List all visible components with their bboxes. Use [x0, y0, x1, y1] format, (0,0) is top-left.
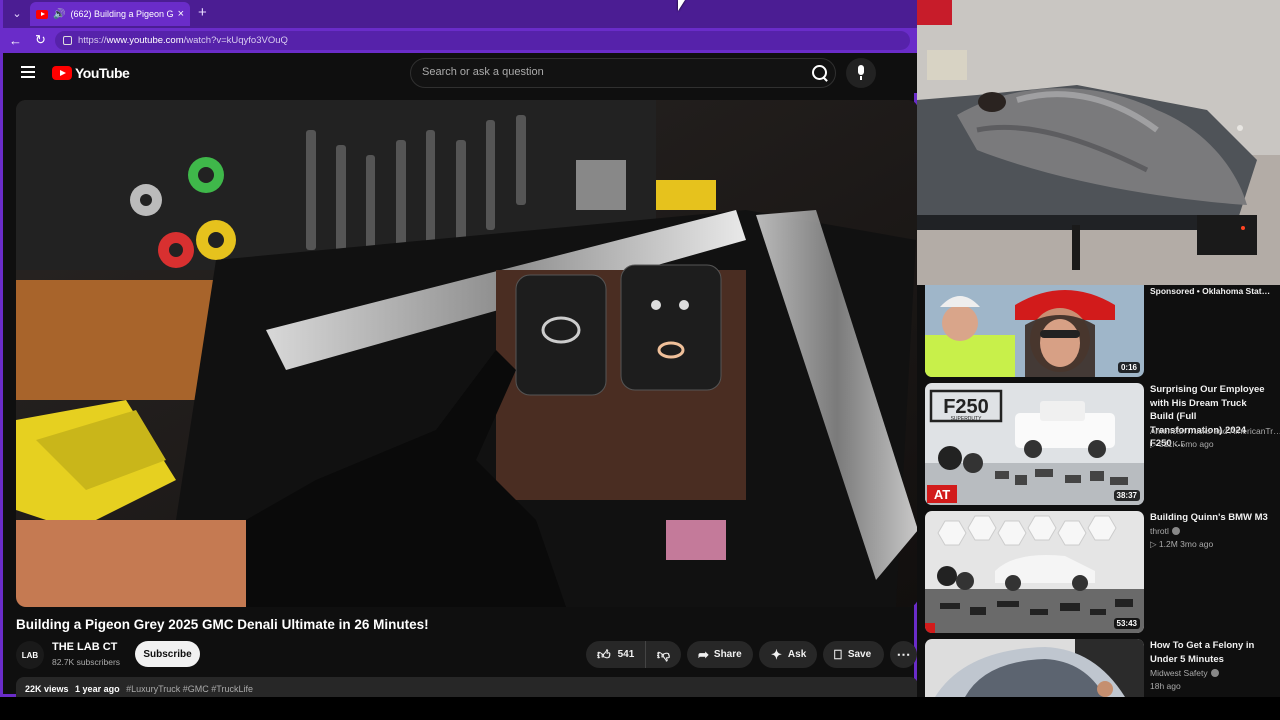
video-title[interactable]: How To Get a Felony in Under 5 Minutes [1150, 639, 1268, 666]
channel-name[interactable]: throtl [1150, 526, 1180, 536]
channel-name[interactable]: Midwest Safety [1150, 668, 1219, 678]
tab-close-button[interactable]: × [178, 8, 184, 20]
recommendations-sidebar: 0:16 Sponsored • Oklahoma Stat… F250 SUP… [917, 285, 1280, 697]
channel-name[interactable]: THE LAB CT [52, 641, 117, 653]
sparkle-icon: ✦ [771, 647, 782, 662]
thumbnail-image: F250 SUPERDUTY AT [925, 383, 1144, 505]
video-title: Building a Pigeon Grey 2025 GMC Denali U… [16, 617, 429, 632]
youtube-favicon-icon [36, 9, 48, 19]
verified-icon [1171, 527, 1180, 535]
channel-avatar[interactable]: LAB [16, 641, 44, 669]
menu-icon[interactable] [21, 66, 35, 78]
subscriber-count: 82.7K subscribers [52, 657, 121, 667]
microphone-icon[interactable] [846, 58, 876, 88]
video-meta: 18h ago [1150, 681, 1181, 691]
verified-icon [1210, 669, 1219, 677]
search-bar[interactable]: Search or ask a question [410, 58, 836, 88]
video-player[interactable] [16, 100, 918, 607]
address-bar: ← ↻ https://www.youtube.com/watch?v=kUqy… [3, 28, 920, 53]
dislike-button[interactable]: 👎︎ [646, 648, 681, 661]
reload-button[interactable]: ↻ [35, 32, 46, 48]
url-host: www.youtube.com [106, 35, 184, 46]
sponsored-label: Sponsored • Oklahoma Stat… [1150, 286, 1271, 296]
share-label: Share [713, 649, 742, 660]
video-thumbnail[interactable] [925, 639, 1144, 697]
upload-age: 1 year ago [75, 684, 120, 694]
video-duration: 0:16 [1117, 362, 1140, 373]
at-logo-text: AT [934, 487, 950, 502]
channel-name-text: Midwest Safety [1150, 668, 1208, 678]
thumbnail-image [925, 285, 1144, 377]
url-text: https://www.youtube.com/watch?v=kUqyfo3V… [78, 35, 288, 46]
bookmark-icon: ⎕ [834, 647, 842, 662]
search-input[interactable]: Search or ask a question [422, 66, 544, 78]
speaker-icon[interactable]: 🔊 [53, 9, 65, 20]
channel-name[interactable]: AmericanTrucks and AmericanTr… [1150, 426, 1280, 436]
ask-label: Ask [787, 649, 807, 660]
thumbnail-image [925, 511, 1144, 633]
ask-button[interactable]: ✦ Ask [759, 641, 817, 668]
webcam-overlay [917, 0, 1280, 285]
hashtags[interactable]: #LuxuryTruck #GMC #TruckLife [126, 684, 253, 694]
share-arrow-icon: ➦ [698, 647, 709, 662]
thumbs-down-icon: 👎︎ [656, 647, 671, 662]
new-tab-button[interactable]: + [198, 4, 207, 21]
bottom-letterbox [0, 697, 1280, 720]
like-dislike-group: 👍︎ 541 👎︎ [586, 641, 681, 668]
url-input[interactable]: https://www.youtube.com/watch?v=kUqyfo3V… [55, 31, 910, 50]
mouse-cursor-icon [678, 0, 685, 11]
video-meta: ▷ 511K 5mo ago [1150, 439, 1214, 449]
tab-title: (662) Building a Pigeon Grey [70, 9, 173, 19]
channel-name-text: throtl [1150, 526, 1169, 536]
video-thumbnail[interactable]: F250 SUPERDUTY AT 38:37 [925, 383, 1144, 505]
webcam-image [917, 0, 1280, 285]
youtube-logo[interactable]: YouTube [52, 65, 130, 81]
youtube-play-icon [52, 66, 72, 80]
superduty-text: SUPERDUTY [951, 416, 983, 422]
browser-window: ⌄ 🔊 (662) Building a Pigeon Grey × + ← ↻… [0, 0, 920, 697]
save-button[interactable]: ⎕ Save [823, 641, 884, 668]
subscribe-button[interactable]: Subscribe [135, 641, 200, 667]
thumbnail-image [925, 639, 1144, 697]
description-box[interactable]: 22K views 1 year ago #LuxuryTruck #GMC #… [16, 677, 918, 697]
view-count: 22K views [25, 684, 69, 694]
more-actions-button[interactable]: ⋯ [890, 641, 917, 668]
youtube-logo-text: YouTube [75, 65, 130, 81]
video-title[interactable]: Building Quinn's BMW M3 [1150, 511, 1268, 525]
video-duration: 38:37 [1113, 490, 1140, 501]
url-scheme: https:// [78, 35, 107, 46]
video-meta: ▷ 1.2M 3mo ago [1150, 539, 1214, 549]
video-thumbnail[interactable]: 0:16 [925, 285, 1144, 377]
like-button[interactable]: 👍︎ 541 [586, 641, 646, 668]
browser-tab-active[interactable]: 🔊 (662) Building a Pigeon Grey × [30, 2, 190, 26]
save-label: Save [847, 649, 872, 660]
search-icon[interactable] [809, 62, 831, 84]
like-count: 541 [617, 649, 635, 660]
url-path: /watch?v=kUqyfo3VOuQ [183, 35, 288, 46]
video-duration: 53:43 [1113, 618, 1140, 629]
f250-text: F250 [943, 396, 989, 418]
video-frame [16, 100, 918, 607]
thumbs-up-icon: 👍︎ [597, 647, 611, 662]
youtube-header: YouTube Search or ask a question [3, 53, 917, 93]
site-info-icon[interactable] [63, 36, 72, 45]
share-button[interactable]: ➦ Share [687, 641, 753, 668]
video-thumbnail[interactable]: 53:43 [925, 511, 1144, 633]
tab-bar: ⌄ 🔊 (662) Building a Pigeon Grey × + [3, 0, 920, 28]
tab-list-button[interactable]: ⌄ [9, 6, 25, 22]
back-button[interactable]: ← [9, 33, 22, 48]
